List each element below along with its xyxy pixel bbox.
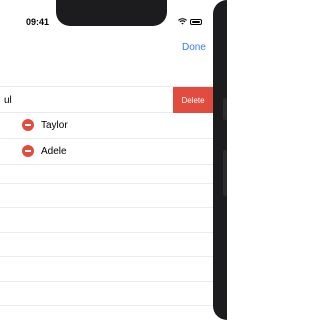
status-icons bbox=[178, 17, 202, 26]
row-label: Adele bbox=[41, 146, 67, 157]
row-separator bbox=[0, 281, 213, 282]
row-label: Taylor bbox=[41, 120, 68, 131]
row-label: ul bbox=[4, 95, 12, 106]
side-button bbox=[223, 150, 227, 196]
screen: 09:41 Done ul Delete Taylor Adele bbox=[0, 0, 213, 320]
table-row[interactable]: Adele bbox=[0, 138, 213, 165]
minus-circle-icon[interactable] bbox=[22, 119, 34, 131]
minus-circle-icon[interactable] bbox=[22, 145, 34, 157]
done-button[interactable]: Done bbox=[182, 42, 206, 53]
table-row[interactable]: ul Delete bbox=[0, 86, 213, 113]
table-row[interactable]: Taylor bbox=[0, 112, 213, 139]
row-separator bbox=[0, 256, 213, 257]
notch bbox=[56, 0, 167, 26]
side-button bbox=[223, 98, 227, 120]
battery-icon bbox=[190, 18, 202, 25]
row-separator bbox=[0, 232, 213, 233]
row-separator bbox=[0, 183, 213, 184]
device-frame: 09:41 Done ul Delete Taylor Adele bbox=[0, 0, 227, 320]
status-time: 09:41 bbox=[26, 17, 50, 27]
wifi-icon bbox=[178, 18, 187, 25]
delete-button[interactable]: Delete bbox=[173, 87, 213, 113]
row-separator bbox=[0, 305, 213, 306]
row-separator bbox=[0, 207, 213, 208]
